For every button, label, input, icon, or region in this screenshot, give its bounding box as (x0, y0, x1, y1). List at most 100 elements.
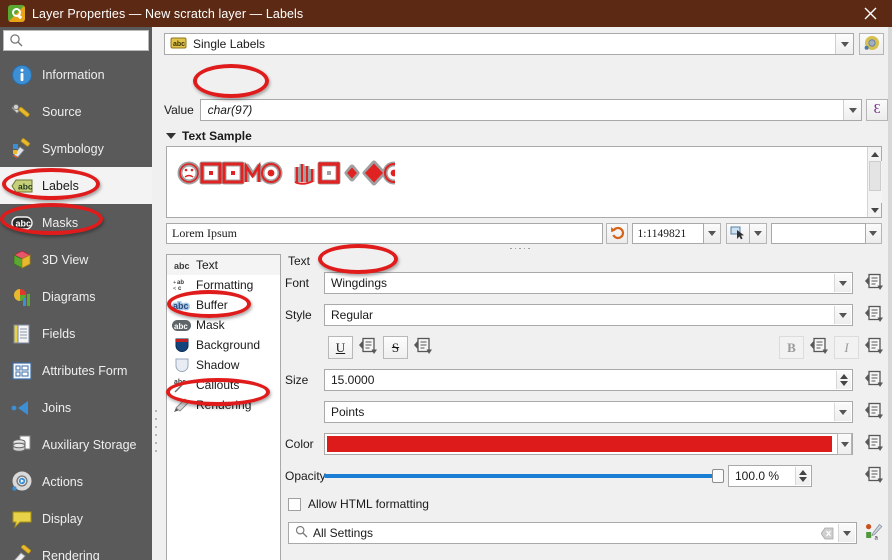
data-defined-override-icon (864, 273, 884, 294)
sidebar-item-display[interactable]: Display (0, 500, 152, 537)
sidebar-item-label: Attributes Form (42, 363, 128, 378)
close-icon[interactable] (848, 0, 892, 27)
cursor-dropdown-button[interactable] (750, 223, 767, 244)
scroll-down-icon[interactable] (868, 203, 882, 217)
tab-label: Formatting (196, 278, 254, 292)
chevron-down-icon[interactable] (835, 34, 853, 54)
sample-text-input[interactable]: Lorem Ipsum (166, 223, 604, 244)
opacity-spinbox[interactable]: 100.0 % (728, 465, 812, 487)
diagrams-chart-icon (9, 284, 35, 310)
sidebar-item-symbology[interactable]: Symbology (0, 130, 152, 167)
auxiliary-storage-icon (9, 432, 35, 458)
size-override-button[interactable] (863, 370, 885, 390)
extra-dropdown-button[interactable] (865, 223, 882, 244)
size-unit-value: Points (331, 405, 365, 419)
sidebar-item-rendering[interactable]: Rendering (0, 537, 152, 560)
sidebar-item-labels[interactable]: abc Labels (0, 167, 152, 204)
sidebar-item-label: Actions (42, 474, 83, 489)
font-override-button[interactable] (863, 273, 885, 293)
allow-html-row[interactable]: Allow HTML formatting (288, 497, 885, 511)
actions-gear-icon (9, 469, 35, 495)
color-dropdown-button[interactable] (837, 433, 852, 455)
tab-mask[interactable]: abc Mask (167, 315, 280, 335)
sidebar-item-fields[interactable]: Fields (0, 315, 152, 352)
label-mode-combo[interactable]: abc Single Labels (164, 33, 854, 55)
allow-html-checkbox[interactable] (288, 497, 301, 511)
sidebar-item-attributes-form[interactable]: Attributes Form (0, 352, 152, 389)
expression-button[interactable]: Ɛ (866, 99, 889, 121)
size-spinbox[interactable]: 15.0000 (324, 369, 853, 391)
sidebar-item-3d-view[interactable]: 3D View (0, 241, 152, 278)
scale-dropdown-button[interactable] (704, 223, 721, 244)
tab-shadow[interactable]: Shadow (167, 355, 280, 375)
data-defined-override-icon (864, 370, 884, 391)
sidebar-item-masks[interactable]: abc Masks (0, 204, 152, 241)
size-stepper[interactable] (836, 371, 851, 389)
opacity-override-button[interactable] (863, 466, 885, 486)
tab-label: Callouts (196, 378, 240, 392)
sidebar-item-information[interactable]: Information (0, 56, 152, 93)
size-unit-combo[interactable]: Points (324, 401, 853, 423)
style-combo[interactable]: Regular (324, 304, 853, 326)
text-sample-scrollbar[interactable] (867, 147, 882, 217)
tab-label: Background (196, 338, 261, 352)
opacity-slider-handle[interactable] (712, 469, 724, 483)
all-settings-search[interactable]: All Settings (288, 522, 857, 544)
italic-button[interactable]: I (834, 336, 859, 359)
clear-icon[interactable] (820, 527, 834, 540)
search-input[interactable] (27, 33, 145, 48)
value-combo[interactable]: char(97) (199, 99, 863, 121)
tab-callouts[interactable]: abc Callouts (167, 375, 280, 395)
bold-override-button[interactable] (808, 337, 830, 358)
strikethrough-override-button[interactable] (412, 337, 434, 358)
underline-button[interactable]: U (328, 336, 353, 359)
tab-background[interactable]: Background (167, 335, 280, 355)
sidebar-item-joins[interactable]: Joins (0, 389, 152, 426)
tab-buffer[interactable]: abc abc Buffer (167, 295, 280, 315)
chevron-down-icon[interactable] (834, 274, 851, 292)
scale-combo[interactable]: 1:1149821 (632, 223, 705, 244)
opacity-slider[interactable] (324, 465, 724, 487)
extra-value-input[interactable] (770, 223, 866, 244)
label-settings-gear-button[interactable] (859, 33, 884, 55)
italic-override-button[interactable] (863, 337, 885, 358)
value-text: char(97) (207, 103, 253, 117)
opacity-stepper[interactable] (795, 467, 810, 485)
tab-formatting[interactable]: + ab < c Formatting (167, 275, 280, 295)
underline-override-button[interactable] (357, 337, 379, 358)
sidebar-item-actions[interactable]: Actions (0, 463, 152, 500)
information-icon (9, 62, 35, 88)
content-scrollbar[interactable] (888, 27, 892, 560)
chevron-down-icon[interactable] (838, 524, 855, 542)
scrollbar-thumb[interactable] (869, 161, 881, 191)
tab-rendering[interactable]: Rendering (167, 395, 280, 415)
sidebar-item-source[interactable]: Source (0, 93, 152, 130)
style-manager-icon[interactable]: a (865, 523, 885, 543)
text-sample-header[interactable]: Text Sample (166, 129, 252, 143)
sample-text-value: Lorem Ipsum (172, 226, 237, 240)
color-button[interactable] (324, 433, 853, 455)
style-override-button[interactable] (863, 305, 885, 325)
size-unit-override-button[interactable] (863, 402, 885, 422)
sidebar-item-label: 3D View (42, 252, 89, 267)
tab-text[interactable]: abc Text (167, 255, 280, 275)
text-sample-rendered-text (175, 155, 406, 198)
color-override-button[interactable] (863, 434, 885, 454)
sidebar-item-diagrams[interactable]: Diagrams (0, 278, 152, 315)
label-mode-row: abc Single Labels (164, 33, 888, 55)
sidebar-item-auxiliary-storage[interactable]: Auxiliary Storage (0, 426, 152, 463)
font-combo[interactable]: Wingdings (324, 272, 853, 294)
bold-button[interactable]: B (779, 336, 804, 359)
cursor-select-button[interactable] (725, 223, 750, 244)
panel-splitter[interactable] (155, 410, 158, 456)
vertical-splitter-grip[interactable] (500, 246, 540, 251)
strikethrough-button[interactable]: S (383, 336, 408, 359)
revert-button[interactable] (606, 223, 629, 244)
chevron-down-icon[interactable] (834, 306, 851, 324)
sidebar-search[interactable] (3, 30, 149, 51)
source-wrench-icon (9, 99, 35, 125)
chevron-down-icon[interactable] (843, 100, 862, 120)
scroll-up-icon[interactable] (868, 147, 882, 161)
chevron-down-icon[interactable] (834, 403, 851, 421)
scrollbar-track[interactable] (868, 161, 882, 203)
